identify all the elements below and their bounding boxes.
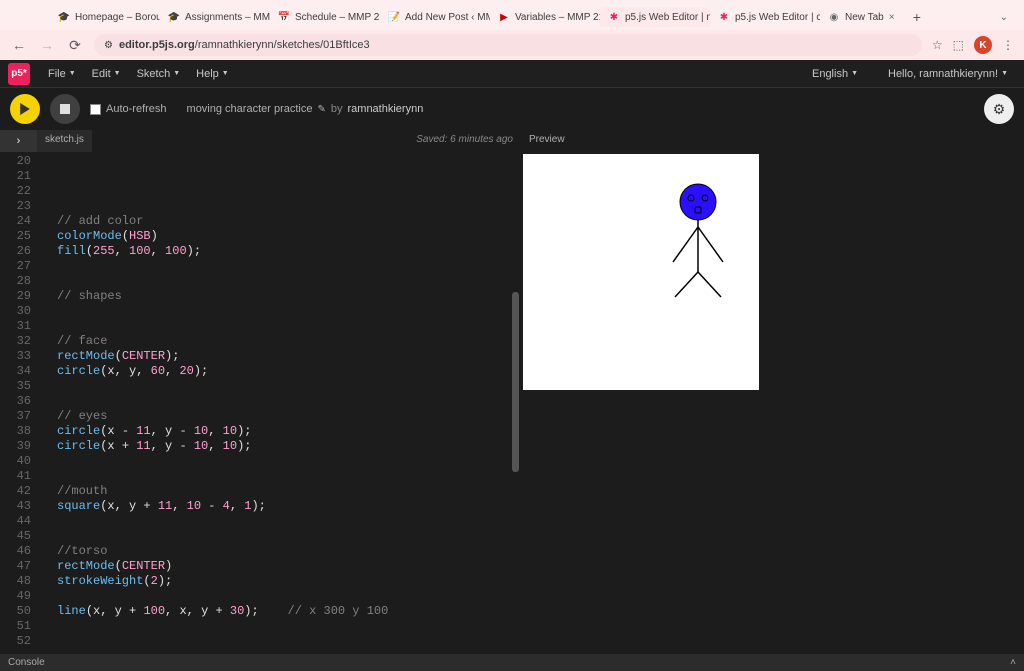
- checkbox-icon[interactable]: [90, 104, 101, 115]
- site-info-icon[interactable]: ⚙: [104, 40, 113, 51]
- panel-header-row: › sketch.js Saved: 6 minutes ago Preview: [0, 130, 1024, 152]
- menu-file[interactable]: File▼: [40, 68, 84, 80]
- menu-icon[interactable]: ⋮: [1002, 38, 1014, 52]
- main-split: 20 21 22 23 24 25 26 27 28 29 30 31 32 3…: [0, 152, 1024, 654]
- file-tab[interactable]: sketch.js: [37, 130, 92, 152]
- new-tab-button[interactable]: +: [907, 7, 927, 27]
- address-bar[interactable]: ⚙ editor.p5js.org/ramnathkierynn/sketche…: [94, 34, 922, 56]
- menu-edit[interactable]: Edit▼: [84, 68, 129, 80]
- sidebar-toggle[interactable]: ›: [0, 130, 37, 152]
- browser-actions: ☆ ⬚ K ⋮: [932, 36, 1014, 54]
- browser-tab-active[interactable]: ✱p5.js Web Editor | m×: [600, 7, 710, 27]
- gear-icon: ⚙: [993, 101, 1006, 118]
- caret-down-icon: ▼: [222, 70, 229, 77]
- stop-button[interactable]: [50, 94, 80, 124]
- preview-pane: [521, 152, 1024, 654]
- language-selector[interactable]: English▼: [804, 68, 866, 80]
- scrollbar-thumb[interactable]: [512, 292, 519, 472]
- console-label: Console: [8, 657, 45, 668]
- browser-tab[interactable]: 📝Add New Post ‹ MMP×: [380, 7, 490, 27]
- stick-figure-drawing: [523, 154, 759, 390]
- saved-status: Saved: 6 minutes ago: [408, 130, 521, 152]
- p5-logo[interactable]: p5*: [8, 63, 30, 85]
- tab-label: p5.js Web Editor | m: [625, 12, 710, 23]
- tab-label: Schedule – MMP 210: [295, 12, 380, 23]
- caret-down-icon: ▼: [173, 70, 180, 77]
- author-by: by: [331, 103, 343, 115]
- autorefresh-toggle[interactable]: Auto-refresh: [90, 103, 167, 115]
- settings-button[interactable]: ⚙: [984, 94, 1014, 124]
- editor-menubar: p5* File▼ Edit▼ Sketch▼ Help▼ English▼ H…: [0, 60, 1024, 88]
- favicon-icon: ▶: [498, 11, 510, 23]
- profile-avatar[interactable]: K: [974, 36, 992, 54]
- tab-label: Assignments – MMP: [185, 12, 270, 23]
- back-button[interactable]: ←: [10, 36, 28, 54]
- play-button[interactable]: [10, 94, 40, 124]
- browser-tabs: 🎓Homepage – Boroug× 🎓Assignments – MMP× …: [0, 0, 1024, 30]
- menu-sketch[interactable]: Sketch▼: [129, 68, 189, 80]
- browser-tab[interactable]: ▶Variables – MMP 210×: [490, 7, 600, 27]
- caret-down-icon: ▼: [69, 70, 76, 77]
- tabs-overflow-icon[interactable]: ⌄: [992, 10, 1016, 25]
- favicon-icon: ✱: [608, 11, 620, 23]
- edit-icon[interactable]: ✎: [317, 104, 325, 115]
- tab-label: New Tab: [845, 12, 884, 23]
- author-name: ramnathkierynn: [348, 103, 424, 115]
- tab-label: Homepage – Boroug: [75, 12, 160, 23]
- browser-tab[interactable]: 🎓Assignments – MMP×: [160, 7, 270, 27]
- star-icon[interactable]: ☆: [932, 38, 943, 52]
- tab-label: p5.js Web Editor | ch: [735, 12, 820, 23]
- caret-down-icon: ▼: [1001, 70, 1008, 77]
- tab-label: Variables – MMP 210: [515, 12, 600, 23]
- browser-tab[interactable]: 📅Schedule – MMP 210×: [270, 7, 380, 27]
- play-icon: [19, 103, 31, 115]
- autorefresh-label: Auto-refresh: [106, 103, 167, 115]
- sketch-title[interactable]: moving character practice ✎ by ramnathki…: [187, 103, 424, 115]
- browser-chrome: 🎓Homepage – Boroug× 🎓Assignments – MMP× …: [0, 0, 1024, 60]
- forward-button[interactable]: →: [38, 36, 56, 54]
- favicon-icon: 🎓: [168, 11, 180, 23]
- chevron-up-icon[interactable]: ˄: [1010, 657, 1016, 668]
- reload-button[interactable]: ⟳: [66, 36, 84, 54]
- caret-down-icon: ▼: [851, 70, 858, 77]
- code-editor[interactable]: 20 21 22 23 24 25 26 27 28 29 30 31 32 3…: [0, 152, 521, 654]
- favicon-icon: ✱: [718, 11, 730, 23]
- browser-tab[interactable]: ✱p5.js Web Editor | ch×: [710, 7, 820, 27]
- code-content[interactable]: // add color colorMode(HSB) fill(255, 10…: [37, 152, 521, 654]
- favicon-icon: ◉: [828, 11, 840, 23]
- preview-header: Preview: [521, 130, 1024, 152]
- browser-tab[interactable]: 🎓Homepage – Boroug×: [50, 7, 160, 27]
- url-host: editor.p5js.org: [119, 39, 195, 51]
- menu-help[interactable]: Help▼: [188, 68, 237, 80]
- browser-navbar: ← → ⟳ ⚙ editor.p5js.org/ramnathkierynn/s…: [0, 30, 1024, 60]
- chevron-right-icon: ›: [17, 135, 21, 147]
- favicon-icon: 📝: [388, 11, 400, 23]
- url-path: /ramnathkierynn/sketches/01BftIce3: [195, 39, 370, 51]
- sketch-canvas[interactable]: [523, 154, 759, 390]
- caret-down-icon: ▼: [114, 70, 121, 77]
- editor-toolbar: Auto-refresh moving character practice ✎…: [0, 88, 1024, 130]
- favicon-icon: 📅: [278, 11, 290, 23]
- close-icon[interactable]: ×: [889, 12, 899, 22]
- browser-tab[interactable]: ◉ New Tab ×: [820, 7, 907, 27]
- tab-label: Add New Post ‹ MMP: [405, 12, 490, 23]
- line-gutter: 20 21 22 23 24 25 26 27 28 29 30 31 32 3…: [0, 152, 37, 654]
- favicon-icon: 🎓: [58, 11, 70, 23]
- extensions-icon[interactable]: ⬚: [953, 38, 964, 52]
- stop-icon: [60, 104, 70, 114]
- console-bar[interactable]: Console ˄: [0, 654, 1024, 671]
- user-greeting[interactable]: Hello, ramnathkierynn!▼: [880, 68, 1016, 80]
